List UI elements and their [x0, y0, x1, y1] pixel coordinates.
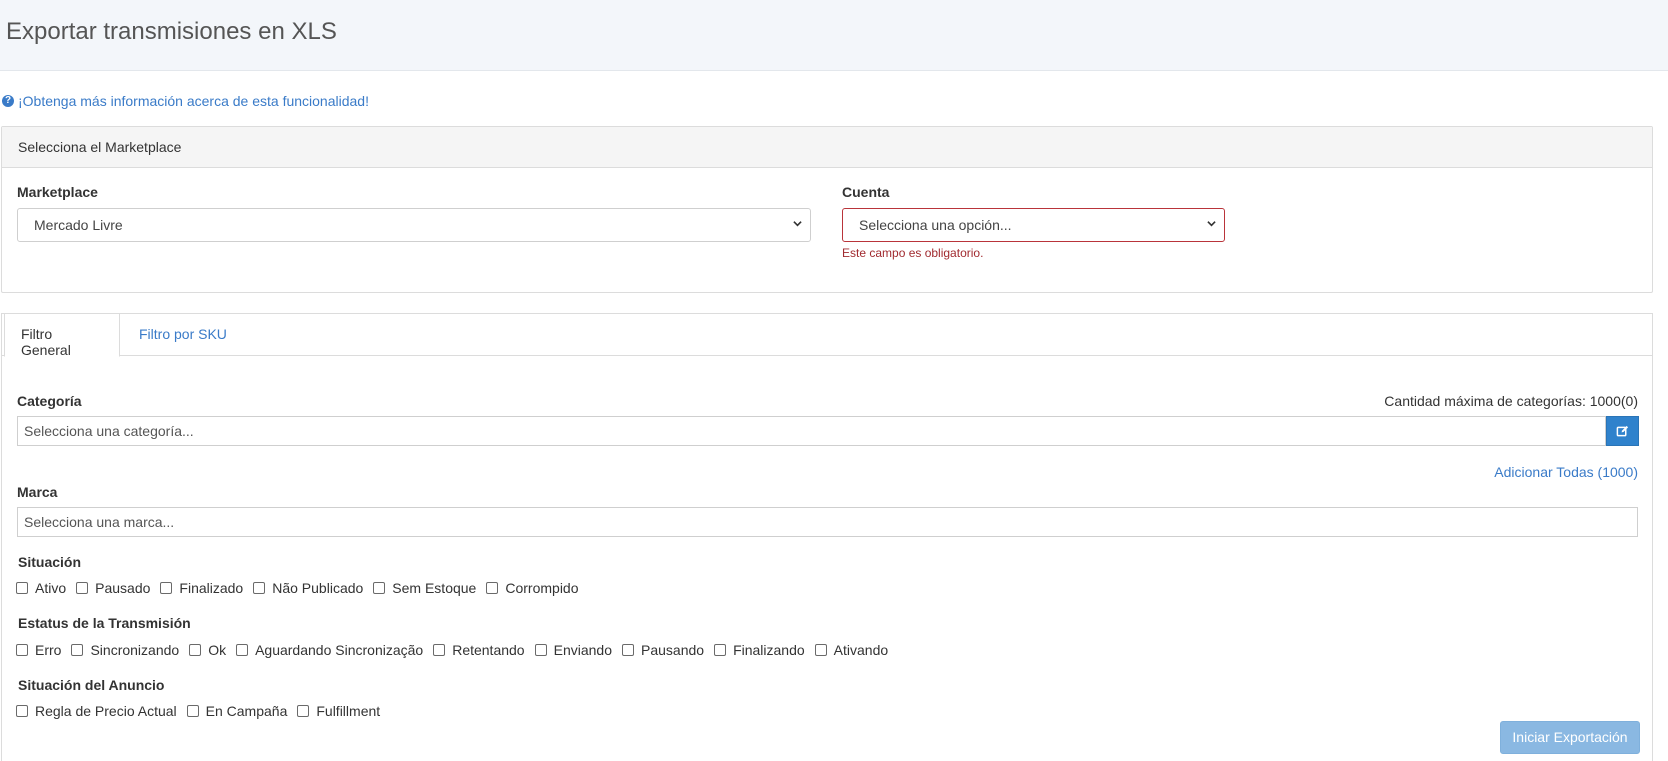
anuncio-checkbox[interactable]: Regla de Precio Actual [16, 703, 177, 719]
situacion-checkbox[interactable]: Pausado [76, 580, 150, 596]
estatus-checkbox[interactable]: Ok [189, 642, 226, 658]
checkbox-label: En Campaña [205, 703, 288, 719]
estatus-checkbox[interactable]: Ativando [814, 642, 889, 658]
tabs-bar: Filtro General Filtro por SKU [2, 314, 1652, 358]
cuenta-select-value: Selecciona una opción... [859, 217, 1012, 233]
situacion-label: Situación [18, 554, 82, 570]
cuenta-label: Cuenta [842, 184, 890, 200]
checkbox[interactable] [373, 582, 386, 594]
checkbox[interactable] [76, 582, 89, 594]
estatus-checkbox[interactable]: Retentando [433, 642, 525, 658]
estatus-checkbox[interactable]: Aguardando Sincronização [236, 642, 423, 658]
marca-label: Marca [17, 484, 58, 500]
estatus-label: Estatus de la Transmisión [18, 615, 191, 631]
checkbox[interactable] [297, 705, 310, 717]
page-title: Exportar transmisiones en XLS [6, 18, 337, 45]
checkbox-label: Pausando [641, 642, 705, 658]
marca-input[interactable]: Selecciona una marca... [17, 507, 1638, 537]
estatus-checkbox[interactable]: Sincronizando [71, 642, 179, 658]
categoria-input[interactable]: Selecciona una categoría... [17, 416, 1606, 446]
situacion-anuncio-label: Situación del Anuncio [18, 677, 165, 693]
estatus-checkbox[interactable]: Pausando [622, 642, 704, 658]
checkbox-label: Pausado [95, 580, 151, 596]
anuncio-checkbox[interactable]: Fulfillment [297, 703, 380, 719]
situacion-checkbox[interactable]: Corrompido [486, 580, 579, 596]
chevron-down-icon [1207, 221, 1216, 227]
checkbox[interactable] [16, 582, 28, 594]
checkbox[interactable] [71, 644, 84, 656]
iniciar-exportacion-button[interactable]: Iniciar Exportación [1500, 721, 1640, 754]
help-link-text: ¡Obtenga más información acerca de esta … [18, 93, 369, 109]
estatus-checkbox[interactable]: Erro [16, 642, 61, 658]
checkbox[interactable] [236, 644, 249, 656]
checkbox-label: Finalizado [179, 580, 244, 596]
anuncio-checkbox[interactable]: En Campaña [186, 703, 288, 719]
chevron-down-icon [793, 221, 802, 227]
checkbox[interactable] [253, 582, 266, 594]
categoria-label: Categoría [17, 393, 82, 409]
checkbox-label: Erro [35, 642, 62, 658]
situacion-checkbox[interactable]: Ativo [16, 580, 66, 596]
situacion-options: Ativo Pausado Finalizado Não Publicado S… [16, 580, 589, 596]
checkbox-label: Retentando [452, 642, 525, 658]
checkbox[interactable] [189, 644, 202, 656]
checkbox-label: Sincronizando [90, 642, 180, 658]
page-header: Exportar transmisiones en XLS [0, 0, 1668, 71]
checkbox[interactable] [160, 582, 173, 594]
checkbox-label: Finalizando [733, 642, 805, 658]
checkbox[interactable] [814, 644, 827, 656]
checkbox[interactable] [714, 644, 727, 656]
add-all-categories-link[interactable]: Adicionar Todas (1000) [1494, 464, 1638, 480]
checkbox-label: Não Publicado [272, 580, 364, 596]
checkbox-label: Enviando [553, 642, 612, 658]
checkbox-label: Corrompido [505, 580, 579, 596]
checkbox-label: Regla de Precio Actual [35, 703, 177, 719]
edit-categoria-button[interactable] [1606, 416, 1639, 446]
checkbox[interactable] [433, 644, 446, 656]
checkbox[interactable] [16, 705, 28, 717]
checkbox[interactable] [486, 582, 499, 594]
question-circle-icon: ? [2, 95, 14, 107]
situacion-checkbox[interactable]: Finalizado [160, 580, 243, 596]
checkbox-label: Ok [208, 642, 227, 658]
cuenta-select[interactable]: Selecciona una opción... [842, 208, 1225, 242]
checkbox-label: Aguardando Sincronização [255, 642, 424, 658]
checkbox-label: Ativando [833, 642, 889, 658]
help-link[interactable]: ? ¡Obtenga más información acerca de est… [2, 93, 369, 109]
cuenta-error: Este campo es obligatorio. [842, 246, 984, 260]
checkbox-label: Ativo [35, 580, 67, 596]
filters-panel: Filtro General Filtro por SKU [1, 313, 1653, 761]
marketplace-label: Marketplace [17, 184, 98, 200]
categoria-max-count: Cantidad máxima de categorías: 1000(0) [1384, 393, 1638, 409]
tab-filtro-general[interactable]: Filtro General [4, 314, 120, 358]
tab-filtro-sku[interactable]: Filtro por SKU [123, 314, 243, 357]
checkbox-label: Fulfillment [316, 703, 381, 719]
estatus-checkbox[interactable]: Finalizando [714, 642, 805, 658]
marketplace-panel-title: Selecciona el Marketplace [2, 127, 1652, 168]
edit-icon [1616, 425, 1629, 436]
marketplace-select[interactable]: Mercado Livre [17, 208, 811, 242]
checkbox-label: Sem Estoque [392, 580, 477, 596]
situacion-anuncio-options: Regla de Precio Actual En Campaña Fulfil… [16, 703, 390, 719]
estatus-options: Erro Sincronizando Ok Aguardando Sincron… [16, 642, 898, 658]
situacion-checkbox[interactable]: Sem Estoque [373, 580, 476, 596]
estatus-checkbox[interactable]: Enviando [534, 642, 612, 658]
situacion-checkbox[interactable]: Não Publicado [253, 580, 363, 596]
checkbox[interactable] [186, 705, 199, 717]
checkbox[interactable] [534, 644, 547, 656]
checkbox[interactable] [622, 644, 634, 656]
marketplace-select-value: Mercado Livre [34, 217, 123, 233]
checkbox[interactable] [16, 644, 28, 656]
